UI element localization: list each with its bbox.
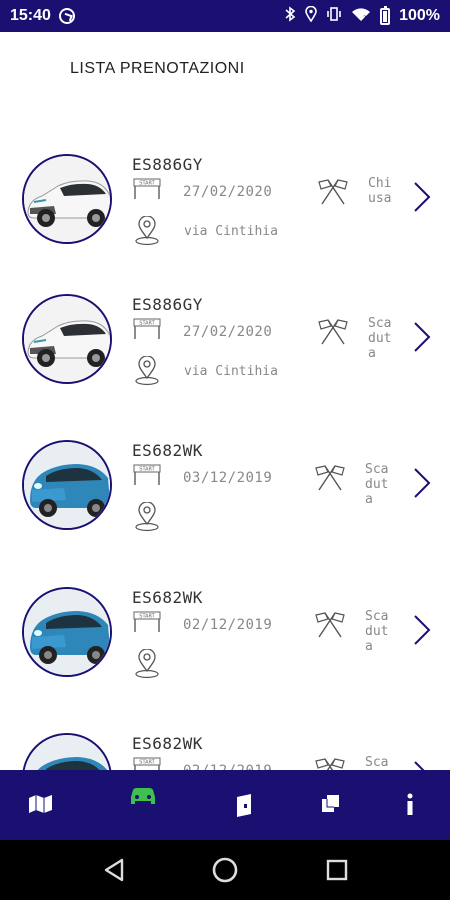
reservation-row[interactable]: ES682WK START 03/12/2019 Sca dut a [0,440,450,580]
car-photo [22,294,112,384]
reservation-row[interactable]: ES886GY START 27/02/2020 via Cintihia Ch… [0,154,450,294]
map-icon [29,795,52,813]
reservation-status: Chi usa [368,176,392,206]
finish-flags-icon [316,176,350,206]
chevron-right-icon[interactable] [412,466,432,500]
location-pin-icon [134,501,160,532]
svg-text:START: START [139,760,155,766]
nav-documents[interactable] [298,770,358,840]
nav-access[interactable] [214,770,274,840]
start-icon: START [132,464,162,486]
finish-flags-icon [316,316,350,346]
chevron-right-icon[interactable] [412,320,432,354]
car-photo [22,440,112,530]
svg-text:START: START [139,181,155,187]
system-navigation-bar [0,840,450,900]
car-photo [22,154,112,244]
door-icon [237,794,251,817]
reservation-status: Scaduta [365,755,389,770]
location-pin-icon [134,648,160,679]
reservation-row[interactable]: ES682WK START 02/12/2019 Scaduta [0,587,450,727]
location-pin-icon [134,355,160,386]
documents-icon [322,795,339,812]
finish-flags-icon [313,755,347,770]
home-icon [212,857,238,883]
car-icon [131,788,155,804]
start-icon: START [132,318,162,340]
svg-text:START: START [139,614,155,620]
location-pin-icon [134,215,160,246]
chevron-right-icon[interactable] [412,613,432,647]
back-button[interactable] [100,855,130,885]
reservation-date: 27/02/2020 [183,324,273,340]
info-icon [407,793,413,815]
chevron-right-icon[interactable] [412,759,432,770]
reservation-address: via Cintihia [184,364,278,379]
plate-number: ES886GY [132,155,203,174]
start-icon: START [132,611,162,633]
reservation-date: 02/12/2019 [183,763,272,770]
battery-percent: 100% [399,7,440,24]
recents-icon [326,859,348,881]
svg-text:START: START [139,321,155,327]
plate-number: ES682WK [132,734,203,753]
start-icon: START [132,178,162,200]
reservation-status: Scaduta [368,316,392,361]
reservation-list-screen[interactable]: LISTA PRENOTAZIONI ES886GY START 27/02/2… [0,32,450,770]
svg-text:?: ? [363,15,366,22]
home-button[interactable] [210,855,240,885]
nav-car[interactable] [113,770,173,840]
back-icon [104,858,124,882]
reservation-date: 02/12/2019 [183,617,273,633]
wifi-icon: ? [351,6,371,26]
bottom-navigation [0,770,450,840]
battery-icon [380,5,391,25]
finish-flags-icon [313,462,347,492]
sync-icon [58,8,75,24]
svg-text:START: START [139,467,155,473]
start-icon: START [132,757,162,770]
clock: 15:40 [10,7,51,24]
chevron-right-icon[interactable] [412,180,432,214]
finish-flags-icon [313,609,347,639]
reservation-row[interactable]: ES682WK START 02/12/2019 Scaduta [0,733,450,770]
page-title: LISTA PRENOTAZIONI [70,60,245,77]
reservation-status: Scaduta [365,609,389,654]
bluetooth-icon [284,6,296,26]
reservation-date: 27/02/2020 [183,184,273,200]
plate-number: ES886GY [132,295,203,314]
nav-map[interactable] [11,770,71,840]
status-bar: 15:40 ? 100% [0,0,450,32]
plate-number: ES682WK [132,588,203,607]
reservation-status: Scaduta [365,462,389,507]
recents-button[interactable] [322,855,352,885]
plate-number: ES682WK [132,441,203,460]
vibrate-icon [326,6,342,26]
reservation-date: 03/12/2019 [183,470,273,486]
reservation-address: via Cintihia [184,224,278,239]
nav-info[interactable] [380,770,440,840]
car-photo [22,733,112,770]
location-icon [305,5,317,26]
reservation-row[interactable]: ES886GY START 27/02/2020 via Cintihia Sc… [0,294,450,434]
car-photo [22,587,112,677]
